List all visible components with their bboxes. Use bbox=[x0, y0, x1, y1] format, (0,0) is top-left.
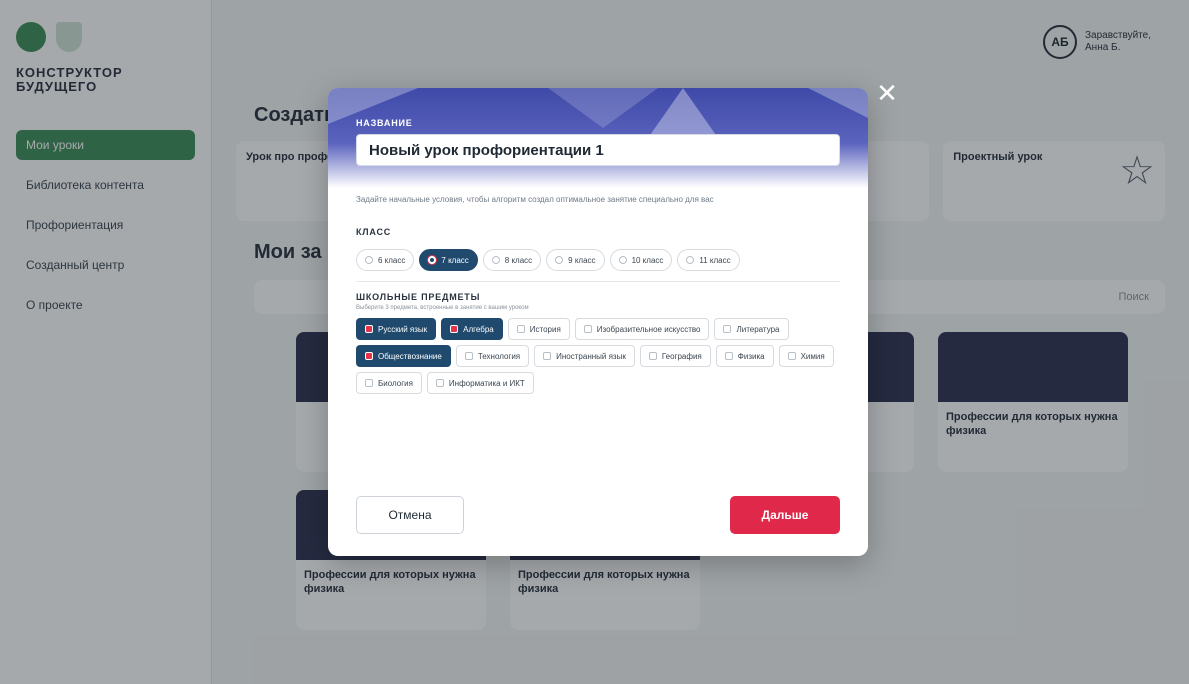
modal-footer: Отмена Дальше bbox=[356, 496, 840, 534]
subject-option-label: Русский язык bbox=[378, 324, 428, 334]
subject-option-label: Иностранный язык bbox=[556, 351, 626, 361]
grade-option-9[interactable]: 9 класс bbox=[546, 249, 605, 271]
subject-option[interactable]: История bbox=[507, 318, 570, 340]
subjects-group-title: ШКОЛЬНЫЕ ПРЕДМЕТЫ bbox=[356, 292, 481, 302]
grade-group-title: КЛАСС bbox=[356, 227, 392, 237]
radio-icon bbox=[618, 256, 627, 264]
modal-header: НАЗВАНИЕ bbox=[328, 88, 868, 188]
checkbox-icon bbox=[648, 352, 657, 360]
grade-option-label: 11 класс bbox=[699, 255, 731, 265]
grade-option-6[interactable]: 6 класс bbox=[356, 249, 415, 271]
grade-option-10[interactable]: 10 класс bbox=[609, 249, 673, 271]
subject-option[interactable]: Химия bbox=[778, 345, 834, 367]
subject-option-label: Информатика и ИКТ bbox=[448, 378, 525, 388]
checkbox-icon bbox=[464, 352, 473, 360]
close-icon[interactable]: ✕ bbox=[876, 80, 898, 106]
grade-option-label: 9 класс bbox=[568, 255, 596, 265]
checkbox-checked-icon bbox=[450, 325, 459, 333]
subject-option[interactable]: Иностранный язык bbox=[534, 345, 635, 367]
lesson-name-label: НАЗВАНИЕ bbox=[356, 118, 413, 128]
subject-option[interactable]: Обществознание bbox=[356, 345, 451, 367]
grade-option-11[interactable]: 11 класс bbox=[677, 249, 740, 271]
grade-option-label: 10 класс bbox=[631, 255, 664, 265]
modal-hint: Задайте начальные условия, чтобы алгорит… bbox=[356, 195, 714, 204]
subject-option-label: География bbox=[661, 351, 702, 361]
checkbox-icon bbox=[583, 325, 592, 333]
subject-option[interactable]: Информатика и ИКТ bbox=[426, 372, 534, 394]
subject-option[interactable]: Биология bbox=[356, 372, 422, 394]
radio-selected-icon bbox=[428, 256, 437, 264]
subject-option-label: Обществознание bbox=[378, 351, 442, 361]
next-button[interactable]: Дальше bbox=[730, 496, 840, 534]
subject-selector: Русский язык Алгебра История Изобразител… bbox=[356, 318, 840, 394]
modal-body: Задайте начальные условия, чтобы алгорит… bbox=[328, 188, 868, 394]
subject-option-label: Литература bbox=[736, 324, 780, 334]
subject-option[interactable]: Русский язык bbox=[356, 318, 437, 340]
grade-option-label: 6 класс bbox=[378, 255, 406, 265]
grade-option-label: 7 класс bbox=[441, 255, 469, 265]
header-decoration bbox=[808, 88, 868, 118]
radio-icon bbox=[686, 256, 695, 264]
checkbox-icon bbox=[516, 325, 525, 333]
radio-icon bbox=[555, 256, 564, 264]
checkbox-checked-icon bbox=[365, 352, 373, 360]
checkbox-icon bbox=[435, 379, 444, 387]
grade-option-label: 8 класс bbox=[504, 255, 533, 265]
checkbox-icon bbox=[724, 352, 733, 360]
subject-option[interactable]: Алгебра bbox=[441, 318, 503, 340]
radio-icon bbox=[365, 256, 373, 264]
subject-option[interactable]: Физика bbox=[715, 345, 774, 367]
subject-option-label: История bbox=[529, 324, 561, 334]
checkbox-icon bbox=[723, 325, 732, 333]
subject-option-label: Изобразительное искусство bbox=[596, 324, 701, 334]
lesson-name-input[interactable] bbox=[356, 134, 840, 166]
subject-option-label: Химия bbox=[800, 351, 825, 361]
grade-option-7[interactable]: 7 класс bbox=[419, 249, 478, 271]
grade-selector: 6 класс 7 класс 8 класс 9 класс 10 класс… bbox=[356, 249, 840, 271]
checkbox-icon bbox=[543, 352, 552, 360]
checkbox-checked-icon bbox=[365, 325, 373, 333]
checkbox-icon bbox=[365, 379, 373, 387]
cancel-button[interactable]: Отмена bbox=[356, 496, 464, 534]
subject-option-label: Алгебра bbox=[463, 324, 494, 334]
subject-option-label: Физика bbox=[737, 351, 765, 361]
subjects-group-hint: Выберите 3 предмета, встроенные в заняти… bbox=[356, 305, 529, 311]
grade-option-8[interactable]: 8 класс bbox=[482, 249, 542, 271]
header-decoration bbox=[648, 88, 718, 138]
subject-option-label: Технология bbox=[477, 351, 521, 361]
create-lesson-modal: НАЗВАНИЕ Задайте начальные условия, чтоб… bbox=[328, 88, 868, 556]
subject-option[interactable]: Технология bbox=[455, 345, 530, 367]
subject-option-label: Биология bbox=[378, 378, 413, 388]
subject-option[interactable]: Литература bbox=[714, 318, 789, 340]
checkbox-icon bbox=[787, 352, 796, 360]
subject-option[interactable]: Изобразительное искусство bbox=[574, 318, 710, 340]
subject-option[interactable]: География bbox=[639, 345, 711, 367]
divider bbox=[356, 281, 840, 282]
radio-icon bbox=[491, 256, 500, 264]
